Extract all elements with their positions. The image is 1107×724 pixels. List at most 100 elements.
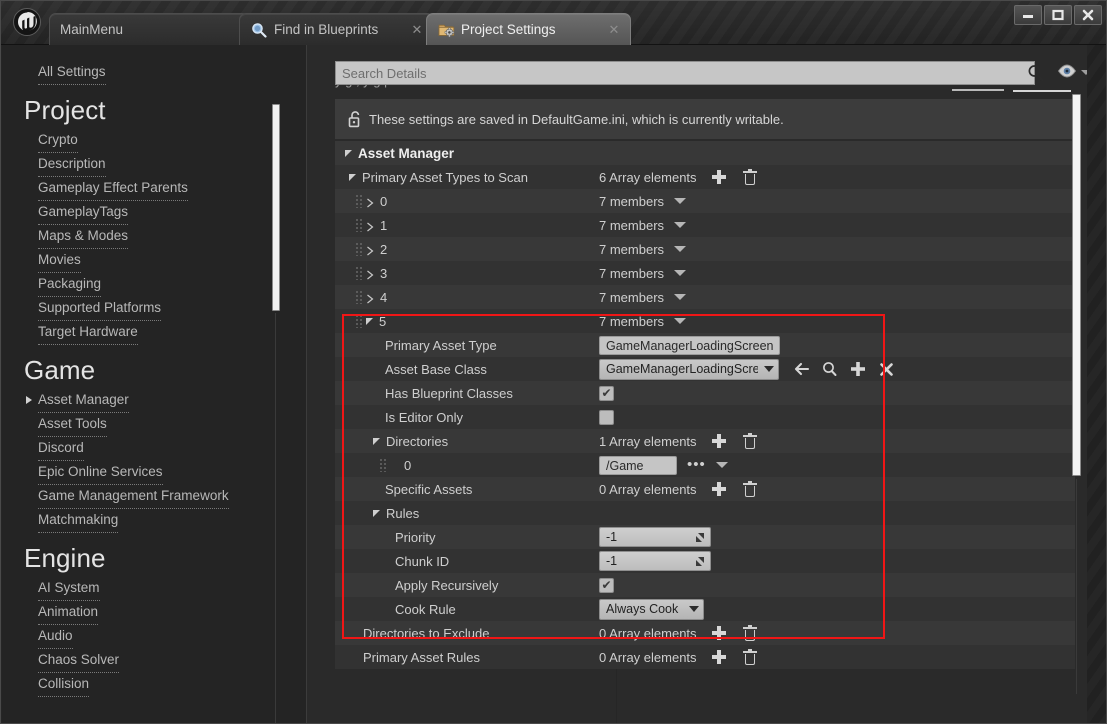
- sidebar-item-discord[interactable]: Discord: [2, 437, 306, 461]
- plus-icon[interactable]: [711, 433, 727, 449]
- triangle-closed-icon[interactable]: [366, 220, 374, 232]
- sidebar-item-description[interactable]: Description: [2, 153, 306, 177]
- primary-asset-type-field[interactable]: GameManagerLoadingScreen: [599, 335, 781, 355]
- chevron-down-icon[interactable]: [674, 246, 687, 252]
- back-arrow-icon[interactable]: [793, 360, 811, 378]
- chevron-down-icon[interactable]: [674, 318, 687, 324]
- sidebar-item-asset-manager[interactable]: Asset Manager: [2, 389, 306, 413]
- sidebar-item-target-hardware[interactable]: Target Hardware: [2, 321, 306, 345]
- table-row[interactable]: Chunk ID -1: [335, 549, 1075, 573]
- triangle-open-icon[interactable]: [349, 173, 356, 181]
- chevron-down-icon[interactable]: [674, 270, 687, 276]
- table-row[interactable]: Primary Asset Rules 0 Array elements: [335, 645, 1075, 669]
- sidebar-item-all-settings[interactable]: All Settings: [2, 61, 306, 85]
- triangle-open-icon[interactable]: [373, 437, 380, 445]
- maximize-button[interactable]: [1044, 5, 1072, 25]
- ellipsis-button[interactable]: •••: [687, 457, 706, 472]
- chevron-down-icon[interactable]: [674, 294, 687, 300]
- sidebar-item-packaging[interactable]: Packaging: [2, 273, 306, 297]
- category-header-asset-manager[interactable]: Asset Manager: [335, 141, 1075, 165]
- trash-icon[interactable]: [742, 481, 757, 497]
- triangle-closed-icon[interactable]: [366, 268, 374, 280]
- table-row[interactable]: 0 /Game •••: [335, 453, 1075, 477]
- table-row[interactable]: 4 7 members: [335, 285, 1075, 309]
- table-row[interactable]: Primary Asset Type GameManagerLoadingScr…: [335, 333, 1075, 357]
- trash-icon[interactable]: [742, 433, 757, 449]
- sidebar-item-audio[interactable]: Audio: [2, 625, 306, 649]
- asset-base-class-dropdown[interactable]: GameManagerLoadingScreen: [599, 358, 779, 380]
- table-row[interactable]: Is Editor Only: [335, 405, 1075, 429]
- table-row[interactable]: Asset Base Class GameManagerLoadingScree…: [335, 357, 1075, 381]
- sidebar-item-asset-tools[interactable]: Asset Tools: [2, 413, 306, 437]
- table-row[interactable]: Specific Assets 0 Array elements: [335, 477, 1075, 501]
- close-icon[interactable]: ✕: [606, 22, 622, 38]
- close-button[interactable]: [1074, 5, 1102, 25]
- table-row[interactable]: 0 7 members: [335, 189, 1075, 213]
- search-input[interactable]: [335, 61, 1035, 85]
- sidebar-item-collision[interactable]: Collision: [2, 673, 306, 697]
- table-row[interactable]: 3 7 members: [335, 261, 1075, 285]
- triangle-open-icon[interactable]: [366, 317, 373, 325]
- drag-handle-icon[interactable]: [379, 458, 387, 472]
- sidebar-item-game-management-framework[interactable]: Game Management Framework: [2, 485, 306, 509]
- sidebar-item-animation[interactable]: Animation: [2, 601, 306, 625]
- tab-mainmenu[interactable]: MainMenu: [49, 13, 249, 45]
- sidebar-item-matchmaking[interactable]: Matchmaking: [2, 509, 306, 533]
- sidebar-item-maps-and-modes[interactable]: Maps & Modes: [2, 225, 306, 249]
- eye-icon[interactable]: [1057, 64, 1077, 82]
- details-scrollbar[interactable]: [1072, 94, 1081, 476]
- priority-number-input[interactable]: -1: [599, 527, 711, 547]
- table-row[interactable]: Priority -1: [335, 525, 1075, 549]
- drag-handle-icon[interactable]: [355, 314, 363, 328]
- plus-icon[interactable]: [711, 481, 727, 497]
- drag-handle-icon[interactable]: [355, 242, 363, 256]
- chevron-down-icon[interactable]: [674, 198, 687, 204]
- sidebar-item-gameplay-effect-parents[interactable]: Gameplay Effect Parents: [2, 177, 306, 201]
- drag-handle-icon[interactable]: [355, 218, 363, 232]
- tab-project-settings[interactable]: Project Settings ✕: [426, 13, 631, 45]
- table-row[interactable]: Directories to Exclude 0 Array elements: [335, 621, 1075, 645]
- chunk-id-number-input[interactable]: -1: [599, 551, 711, 571]
- plus-icon[interactable]: [711, 625, 727, 641]
- triangle-open-icon[interactable]: [373, 509, 380, 517]
- plus-icon[interactable]: [711, 169, 727, 185]
- new-asset-icon[interactable]: [849, 360, 867, 378]
- trash-icon[interactable]: [742, 625, 757, 641]
- sidebar-item-chaos-solver[interactable]: Chaos Solver: [2, 649, 306, 673]
- sidebar-item-ai-system[interactable]: AI System: [2, 577, 306, 601]
- chevron-down-icon[interactable]: [715, 462, 728, 468]
- sidebar-item-epic-online-services[interactable]: Epic Online Services: [2, 461, 306, 485]
- sidebar-scrollbar[interactable]: [272, 104, 280, 311]
- table-row[interactable]: 1 7 members: [335, 213, 1075, 237]
- trash-icon[interactable]: [742, 649, 757, 665]
- plus-icon[interactable]: [711, 649, 727, 665]
- triangle-closed-icon[interactable]: [366, 292, 374, 304]
- sidebar-item-movies[interactable]: Movies: [2, 249, 306, 273]
- cook-rule-dropdown[interactable]: Always Cook: [599, 598, 704, 620]
- tab-find-in-blueprints[interactable]: Find in Blueprints ✕: [239, 13, 434, 45]
- drag-handle-icon[interactable]: [355, 194, 363, 208]
- chevron-down-icon[interactable]: [674, 222, 687, 228]
- drag-handle-icon[interactable]: [355, 266, 363, 280]
- triangle-closed-icon[interactable]: [366, 244, 374, 256]
- sidebar-item-crypto[interactable]: Crypto: [2, 129, 306, 153]
- browse-icon[interactable]: [821, 360, 839, 378]
- directory-path-field[interactable]: /Game: [599, 455, 677, 475]
- sidebar-item-gameplaytags[interactable]: GameplayTags: [2, 201, 306, 225]
- table-row[interactable]: Has Blueprint Classes ✔: [335, 381, 1075, 405]
- sidebar-item-supported-platforms[interactable]: Supported Platforms: [2, 297, 306, 321]
- table-row[interactable]: Directories 1 Array elements: [335, 429, 1075, 453]
- is-editor-only-checkbox[interactable]: [599, 409, 614, 425]
- apply-recursively-checkbox[interactable]: ✔: [599, 577, 614, 593]
- table-row[interactable]: Primary Asset Types to Scan 6 Array elem…: [335, 165, 1075, 189]
- has-blueprint-classes-checkbox[interactable]: ✔: [599, 385, 614, 401]
- table-row[interactable]: 2 7 members: [335, 237, 1075, 261]
- table-row[interactable]: 5 7 members: [335, 309, 1075, 333]
- drag-handle-icon[interactable]: [355, 290, 363, 304]
- clear-icon[interactable]: [877, 360, 895, 378]
- spinner-icon[interactable]: [695, 532, 705, 543]
- triangle-closed-icon[interactable]: [366, 196, 374, 208]
- table-row[interactable]: Apply Recursively ✔: [335, 573, 1075, 597]
- trash-icon[interactable]: [742, 169, 757, 185]
- spinner-icon[interactable]: [695, 556, 705, 567]
